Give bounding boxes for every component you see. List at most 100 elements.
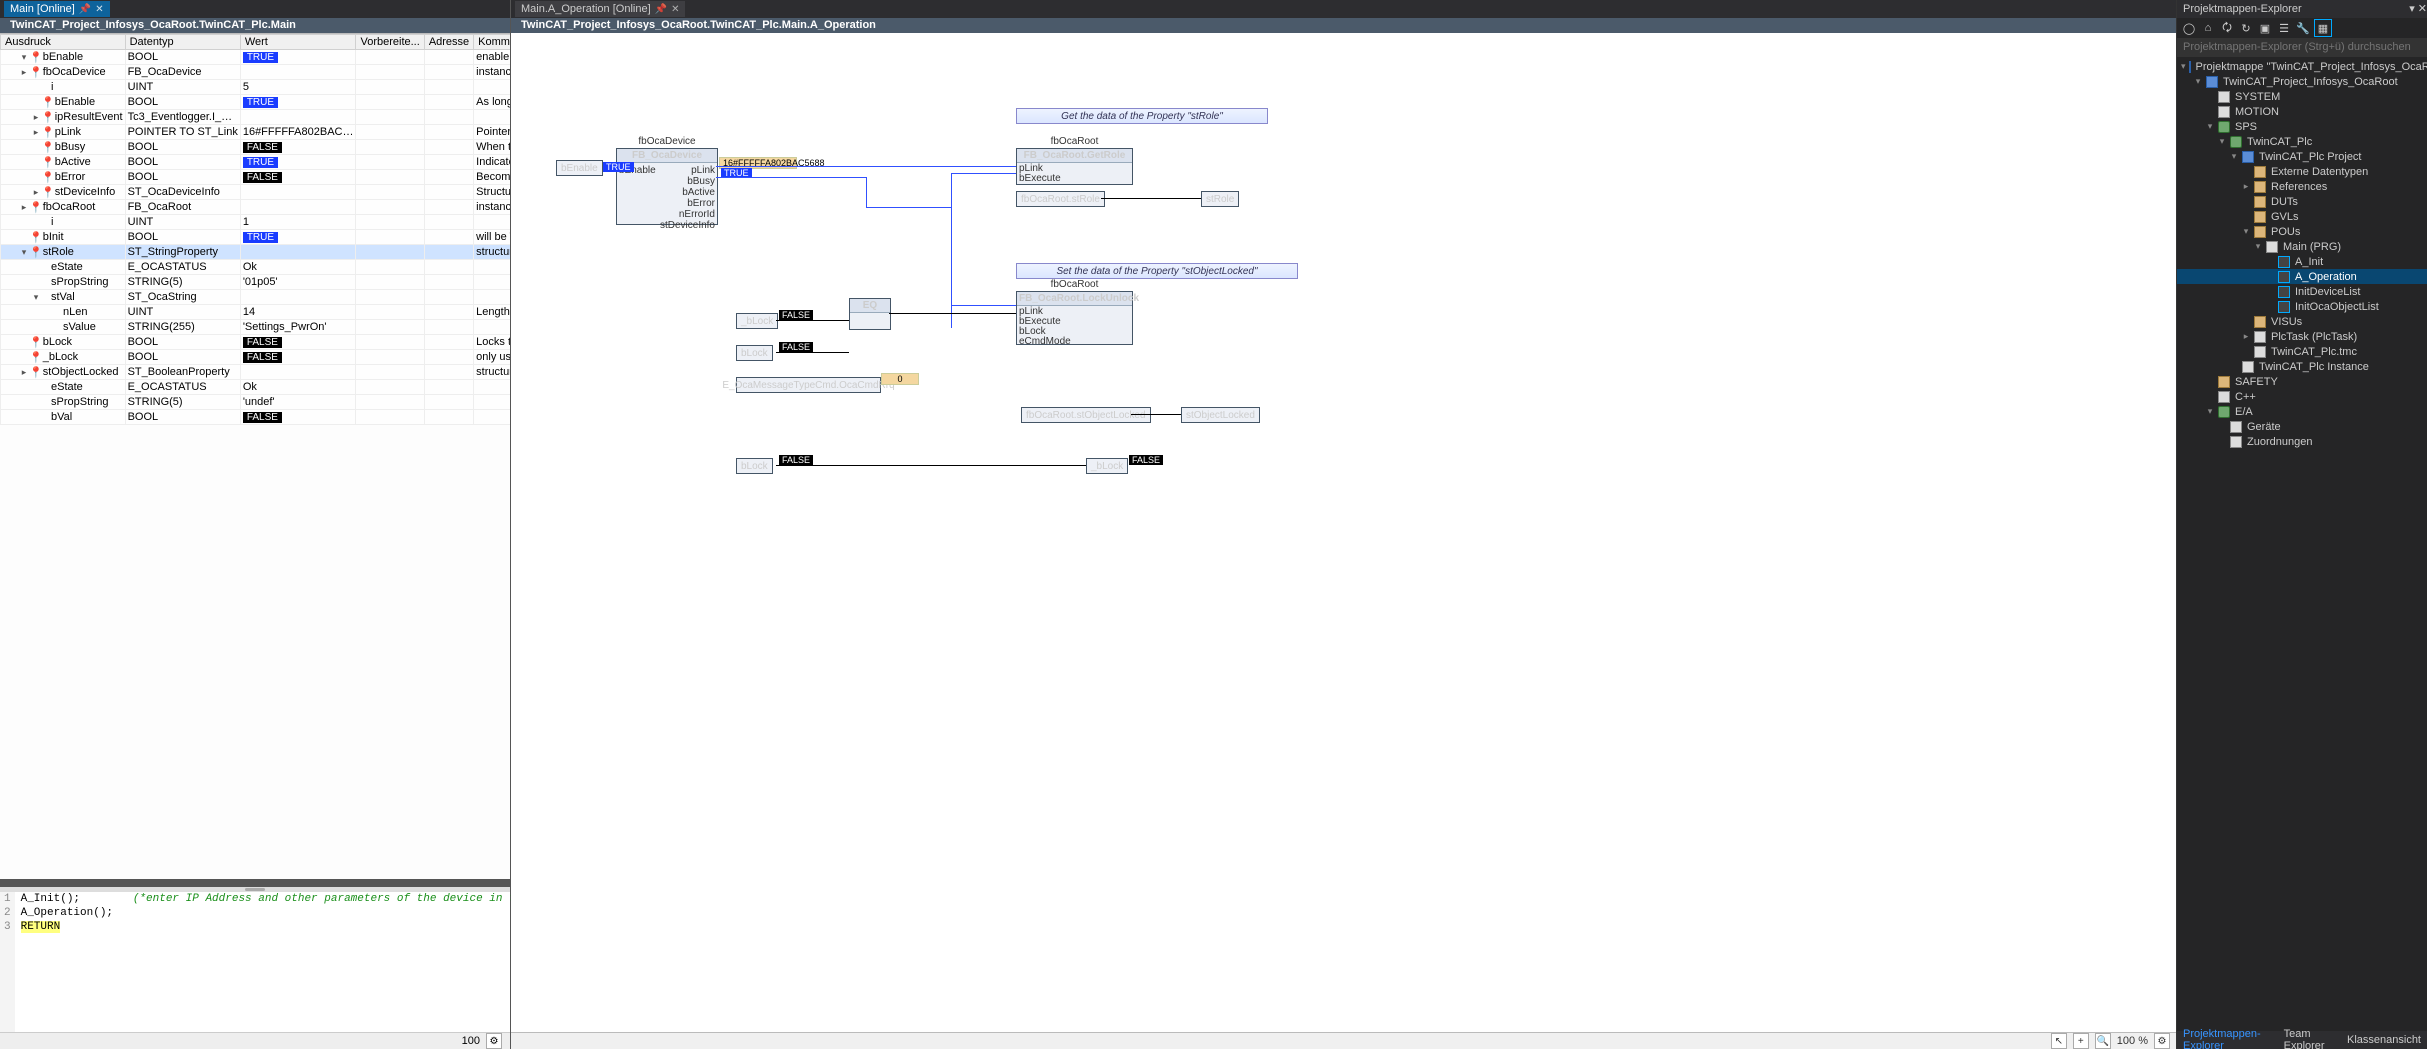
twisty-icon[interactable]: ▾ <box>19 247 29 258</box>
zoom-config-icon[interactable]: ⚙ <box>486 1033 502 1049</box>
watch-row[interactable]: ▸📍 stDeviceInfoST_OcaDeviceInfoStructure… <box>1 185 511 200</box>
tree-node[interactable]: ▾POUs <box>2177 224 2427 239</box>
col-header[interactable]: Wert <box>240 35 356 50</box>
h-scrollbar[interactable] <box>0 879 510 887</box>
twisty-icon[interactable]: ▾ <box>2205 406 2215 417</box>
props-icon[interactable]: 🔧 <box>2295 20 2311 36</box>
tree-node[interactable]: ▾TwinCAT_Project_Infosys_OcaRoot <box>2177 74 2427 89</box>
col-header[interactable]: Datentyp <box>125 35 240 50</box>
close-icon[interactable]: ✕ <box>95 4 103 15</box>
twisty-icon[interactable]: ▸ <box>2241 331 2251 342</box>
tree-node[interactable]: Externe Datentypen <box>2177 164 2427 179</box>
tree-node[interactable]: MOTION <box>2177 104 2427 119</box>
explorer-tree[interactable]: ▾Projektmappe "TwinCAT_Project_Infosys_O… <box>2177 57 2427 1031</box>
watch-table-wrap[interactable]: AusdruckDatentypWertVorbereite...Adresse… <box>0 33 510 879</box>
tree-node[interactable]: Zuordnungen <box>2177 434 2427 449</box>
watch-row[interactable]: 📍 bLockBOOLFALSELocks the object so th…t… <box>1 335 511 350</box>
twisty-icon[interactable]: ▾ <box>2253 241 2263 252</box>
pin-icon[interactable]: 📌 <box>79 4 91 15</box>
tree-icon[interactable]: ☰ <box>2276 20 2292 36</box>
node-block2[interactable]: bLock <box>736 345 773 361</box>
tree-node[interactable]: ▾TwinCAT_Plc <box>2177 134 2427 149</box>
status-explorer[interactable]: Projektmappen-Explorer <box>2183 1028 2276 1049</box>
watch-row[interactable]: 📍 bBusyBOOLFALSEWhen the function blo…s … <box>1 140 511 155</box>
tree-node[interactable]: VISUs <box>2177 314 2427 329</box>
tree-node[interactable]: ▾TwinCAT_Plc Project <box>2177 149 2427 164</box>
search-input[interactable] <box>2177 39 2427 55</box>
search-icon[interactable]: 🔍 <box>2095 1033 2111 1049</box>
watch-row[interactable]: ▾ stValST_OcaString <box>1 290 511 305</box>
watch-row[interactable]: nLenUINT14Length of string <box>1 305 511 320</box>
watch-row[interactable]: sValueSTRING(255)'Settings_PwrOn' <box>1 320 511 335</box>
tree-node[interactable]: InitDeviceList <box>2177 284 2427 299</box>
home-icon[interactable]: ⌂ <box>2200 20 2216 36</box>
col-header[interactable]: Ausdruck <box>1 35 126 50</box>
watch-row[interactable]: bValBOOLFALSE <box>1 410 511 425</box>
col-header[interactable]: Vorbereite... <box>356 35 424 50</box>
tree-node[interactable]: ▸PlcTask (PlcTask) <box>2177 329 2427 344</box>
watch-row[interactable]: iUINT5 <box>1 80 511 95</box>
twisty-icon[interactable]: ▾ <box>2229 151 2239 162</box>
watch-row[interactable]: 📍 bActiveBOOLTRUEIndicates whether the …… <box>1 155 511 170</box>
node-strole-dst[interactable]: stRole <box>1201 191 1239 207</box>
tree-node[interactable]: GVLs <box>2177 209 2427 224</box>
status-class[interactable]: Klassenansicht <box>2347 1034 2421 1046</box>
node-benable[interactable]: bEnable <box>556 160 603 176</box>
watch-row[interactable]: ▾📍 bEnableBOOLTRUEenable or disable the … <box>1 50 511 65</box>
node-objlocked-src[interactable]: fbOcaRoot.stObjectLocked <box>1021 407 1151 423</box>
tree-node[interactable]: InitOcaObjectList <box>2177 299 2427 314</box>
fb-ocadevice[interactable]: fbOcaDevice FB_OcaDevice bEnable pLink b… <box>616 148 718 225</box>
tree-node[interactable]: ▾Main (PRG) <box>2177 239 2427 254</box>
twisty-icon[interactable]: ▾ <box>2193 76 2203 87</box>
twisty-icon[interactable]: ▸ <box>19 367 29 378</box>
tab-main-online[interactable]: Main [Online] 📌 ✕ <box>4 1 110 17</box>
node-strole-src[interactable]: fbOcaRoot.stRole <box>1016 191 1105 207</box>
fb-getrole[interactable]: fbOcaRoot FB_OcaRoot.GetRole pLink bExec… <box>1016 148 1133 185</box>
watch-row[interactable]: 📍 bInitBOOLTRUEwill be TRUE after the fi… <box>1 230 511 245</box>
showall-icon[interactable]: ▦ <box>2314 19 2332 37</box>
twisty-icon[interactable]: ▸ <box>31 127 41 138</box>
tree-node[interactable]: SAFETY <box>2177 374 2427 389</box>
tree-node[interactable]: Geräte <box>2177 419 2427 434</box>
watch-row[interactable]: ▸📍 ipResultEventTc3_Eventlogger.I_… <box>1 110 511 125</box>
node-block4[interactable]: _bLock <box>1086 458 1128 474</box>
watch-row[interactable]: ▸📍 fbOcaDeviceFB_OcaDeviceinstance of th… <box>1 65 511 80</box>
col-header[interactable]: Kommentar <box>474 35 510 50</box>
tree-node[interactable]: ▾Projektmappe "TwinCAT_Project_Infosys_O… <box>2177 59 2427 74</box>
col-header[interactable]: Adresse <box>424 35 473 50</box>
tab-a-operation[interactable]: Main.A_Operation [Online] 📌 ✕ <box>515 1 685 17</box>
watch-row[interactable]: eStateE_OCASTATUSOk <box>1 260 511 275</box>
twisty-icon[interactable]: ▸ <box>2241 181 2251 192</box>
plus-icon[interactable]: + <box>2073 1033 2089 1049</box>
twisty-icon[interactable]: ▸ <box>31 187 41 198</box>
tree-node[interactable]: C++ <box>2177 389 2427 404</box>
watch-row[interactable]: 📍 bErrorBOOLFALSEBecomes TRUE as soo…an … <box>1 170 511 185</box>
refresh-icon[interactable]: ↻ <box>2238 20 2254 36</box>
tree-node[interactable]: ▾SPS <box>2177 119 2427 134</box>
tree-node[interactable]: SYSTEM <box>2177 89 2427 104</box>
fb-lockunlock[interactable]: fbOcaRoot FB_OcaRoot.LockUnlock pLink bE… <box>1016 291 1133 345</box>
code-editor[interactable]: 123 A_Init(); (*enter IP Address and oth… <box>0 892 510 1032</box>
node-block3[interactable]: bLock <box>736 458 773 474</box>
tree-node[interactable]: DUTs <box>2177 194 2427 209</box>
watch-row[interactable]: eStateE_OCASTATUSOk <box>1 380 511 395</box>
splitter[interactable] <box>0 887 510 892</box>
watch-row[interactable]: ▸📍 fbOcaRootFB_OcaRootinstance of the fu… <box>1 200 511 215</box>
tree-node[interactable]: A_Init <box>2177 254 2427 269</box>
node-block1[interactable]: _bLock <box>736 313 778 329</box>
eq-block[interactable]: EQ <box>849 298 891 330</box>
tree-node[interactable]: ▸References <box>2177 179 2427 194</box>
tree-node[interactable]: TwinCAT_Plc Instance <box>2177 359 2427 374</box>
collapse-icon[interactable]: ▣ <box>2257 20 2273 36</box>
watch-row[interactable]: iUINT1 <box>1 215 511 230</box>
twisty-icon[interactable]: ▸ <box>31 112 41 123</box>
cursor-icon[interactable]: ↖ <box>2051 1033 2067 1049</box>
back-icon[interactable]: ◯ <box>2181 20 2197 36</box>
twisty-icon[interactable]: ▾ <box>2205 121 2215 132</box>
twisty-icon[interactable]: ▸ <box>19 202 29 213</box>
pin-icon[interactable]: 📌 <box>655 4 667 15</box>
close-icon[interactable]: ✕ <box>671 4 679 15</box>
twisty-icon[interactable]: ▾ <box>2217 136 2227 147</box>
watch-row[interactable]: sPropStringSTRING(5)'01p05' <box>1 275 511 290</box>
gear-icon[interactable]: ⚙ <box>2154 1033 2170 1049</box>
